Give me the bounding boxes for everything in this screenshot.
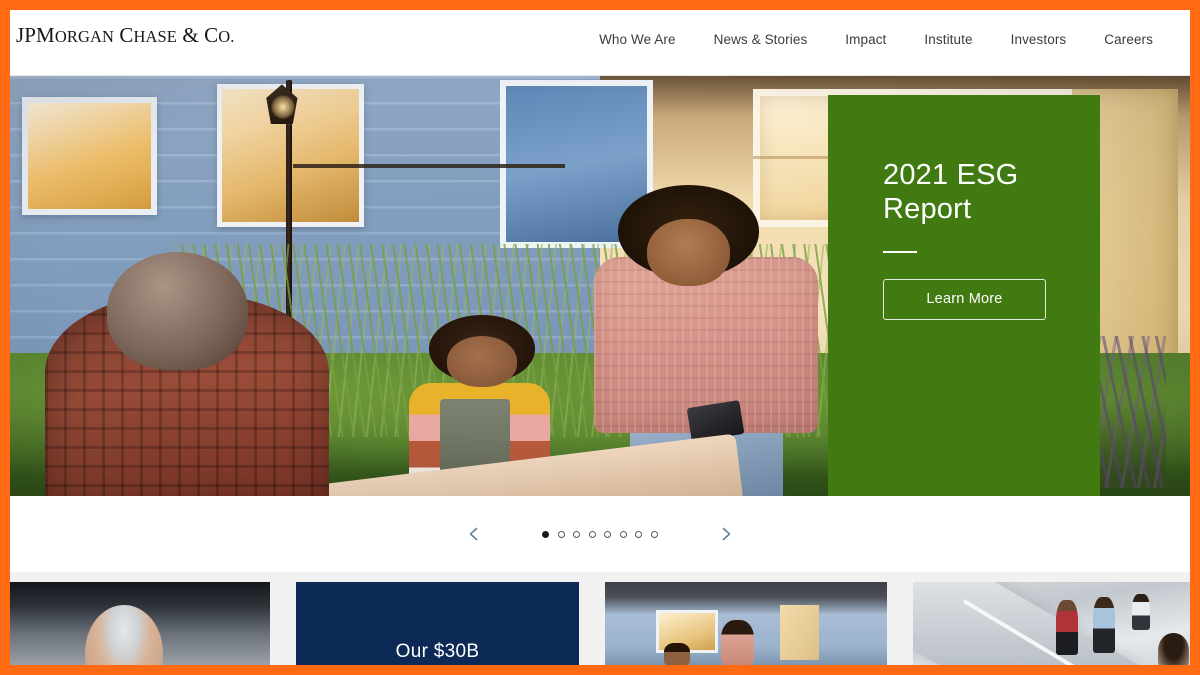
card-house-person-secondary xyxy=(664,643,690,665)
carousel-dot-5[interactable] xyxy=(604,530,612,538)
card-our-30b-label: Our $30B xyxy=(395,641,480,662)
card-staircase-person-4 xyxy=(1158,633,1190,665)
nav-item-impact[interactable]: Impact xyxy=(826,28,905,51)
main-navigation: Who We Are News & Stories Impact Institu… xyxy=(580,18,1190,51)
page-viewport: JPMORGAN CHASE & CO. Who We Are News & S… xyxy=(10,10,1190,665)
brand-logo-jpm: JPM xyxy=(16,23,55,47)
card-house-person xyxy=(720,620,755,665)
brand-logo-hase: HASE xyxy=(133,27,177,46)
brand-logo-organ: ORGAN xyxy=(54,27,114,46)
carousel-dot-4[interactable] xyxy=(588,530,596,538)
carousel-controls xyxy=(10,496,1190,572)
feature-card-house[interactable] xyxy=(605,582,887,665)
nav-item-who-we-are[interactable]: Who We Are xyxy=(580,28,695,51)
chevron-right-icon[interactable] xyxy=(713,521,739,547)
carousel-dot-7[interactable] xyxy=(635,530,643,538)
card-house-door xyxy=(779,605,820,660)
nav-item-investors[interactable]: Investors xyxy=(992,28,1086,51)
nav-item-institute[interactable]: Institute xyxy=(905,28,991,51)
carousel-dots xyxy=(542,530,658,538)
carousel-dot-8[interactable] xyxy=(650,530,658,538)
carousel-dot-6[interactable] xyxy=(619,530,627,538)
brand-logo-ampersand: & xyxy=(182,23,199,47)
chevron-left-icon[interactable] xyxy=(461,521,487,547)
carousel-dot-2[interactable] xyxy=(557,530,565,538)
feature-card-staircase[interactable] xyxy=(913,582,1190,665)
site-header: JPMORGAN CHASE & CO. Who We Are News & S… xyxy=(10,10,1190,76)
feature-cards-strip: Our $30B xyxy=(10,572,1190,665)
feature-card-portrait[interactable] xyxy=(10,582,270,665)
esg-report-title: 2021 ESG Report xyxy=(883,159,1019,226)
carousel-dot-3[interactable] xyxy=(573,530,581,538)
learn-more-button[interactable]: Learn More xyxy=(883,279,1046,321)
brand-logo-co-rest: O. xyxy=(218,27,235,46)
brand-logo-co-c: C xyxy=(204,23,219,47)
hero-carousel-slide: 2021 ESG Report Learn More xyxy=(10,76,1190,496)
card-staircase-person-3 xyxy=(1132,593,1150,631)
browser-window-frame: JPMORGAN CHASE & CO. Who We Are News & S… xyxy=(0,0,1200,675)
nav-item-careers[interactable]: Careers xyxy=(1085,28,1172,51)
esg-report-promo-panel: 2021 ESG Report Learn More xyxy=(828,95,1100,496)
feature-card-our-30b[interactable]: Our $30B xyxy=(296,582,579,665)
nav-item-news-stories[interactable]: News & Stories xyxy=(695,28,827,51)
esg-title-divider xyxy=(883,251,917,254)
card-staircase-person-1 xyxy=(1055,600,1079,656)
carousel-dot-1[interactable] xyxy=(542,530,550,538)
brand-logo-c: C xyxy=(119,23,134,47)
brand-logo[interactable]: JPMORGAN CHASE & CO. xyxy=(16,18,234,46)
card-staircase-person-2 xyxy=(1092,596,1116,654)
